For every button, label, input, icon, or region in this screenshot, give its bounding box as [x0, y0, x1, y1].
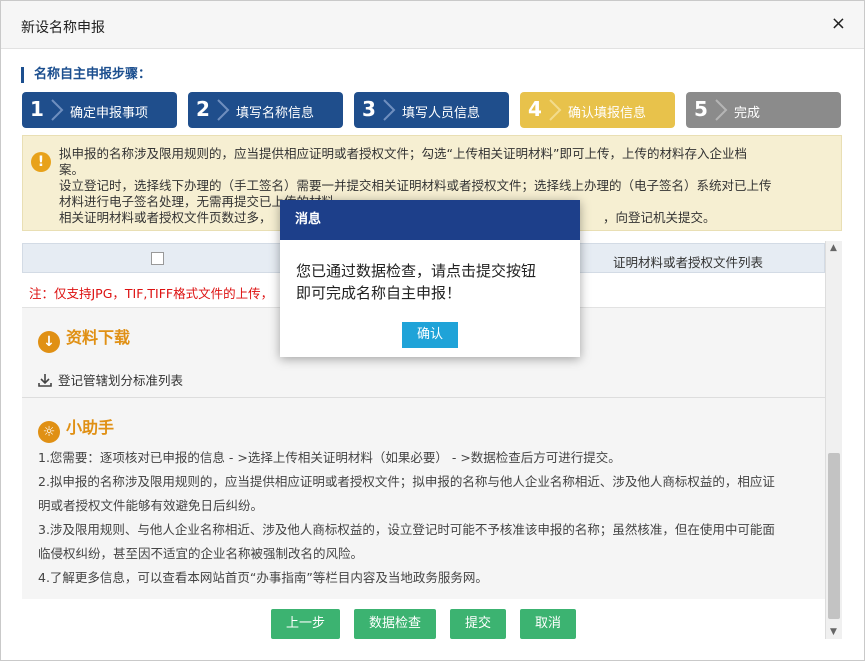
- helper-line: 1.您需要：逐项核对已申报的信息 - >选择上传相关证明材料（如果必要） - >…: [38, 450, 621, 465]
- step-arrow-icon: [715, 99, 728, 121]
- confirm-button[interactable]: 确认: [402, 322, 458, 348]
- download-icon: [38, 374, 52, 387]
- helper-title-text: 小助手: [66, 418, 115, 437]
- helper-title: ☼ 小助手: [38, 414, 114, 443]
- download-arrow-icon: ↓: [38, 331, 60, 353]
- notice-line: 案。: [59, 162, 85, 177]
- notice-line: 设立登记时，选择线下办理的（手工签名）需要一并提交相关证明材料或者授权文件；选择…: [59, 178, 772, 193]
- scrollbar-thumb[interactable]: [828, 453, 840, 619]
- step-number: 1: [30, 97, 44, 121]
- step-arrow-icon: [51, 99, 64, 121]
- scroll-down-icon[interactable]: ▼: [830, 627, 837, 637]
- close-icon[interactable]: ×: [831, 13, 846, 35]
- step-label: 填写名称信息: [236, 106, 315, 121]
- step-4: 4 确认填报信息: [520, 92, 675, 128]
- lightbulb-icon: ☼: [38, 421, 60, 443]
- step-1: 1 确定申报事项: [22, 92, 177, 128]
- dialog-message-line: 即可完成名称自主申报！: [296, 284, 462, 302]
- notice-line: 拟申报的名称涉及限用规则的，应当提供相应证明或者授权文件；勾选“上传相关证明材料…: [59, 146, 747, 161]
- helper-line: 3.涉及限用规则、与他人企业名称相近、涉及他人商标权益的，设立登记时可能不予核准…: [38, 522, 775, 537]
- window-header: 新设名称申报 ×: [1, 1, 864, 49]
- download-link[interactable]: 登记管辖划分标准列表: [38, 370, 183, 389]
- step-3: 3 填写人员信息: [354, 92, 509, 128]
- dialog-title: 消息: [280, 200, 580, 240]
- submit-button[interactable]: 提交: [450, 609, 506, 639]
- helper-line: 4.了解更多信息，可以查看本网站首页“办事指南”等栏目内容及当地政务服务网。: [38, 570, 488, 585]
- helper-line: 2.拟申报的名称涉及限用规则的，应当提供相应证明或者授权文件；拟申报的名称与他人…: [38, 474, 775, 489]
- upload-note: 注：仅支持JPG，TIF,TIFF格式文件的上传，: [29, 286, 274, 301]
- select-all-checkbox[interactable]: [151, 252, 164, 265]
- notice-line: ，向登记机关提交。: [603, 210, 716, 225]
- window-title: 新设名称申报: [21, 20, 105, 36]
- vertical-scrollbar[interactable]: ▲ ▼: [825, 241, 842, 639]
- step-arrow-icon: [217, 99, 230, 121]
- step-number: 5: [694, 97, 708, 121]
- step-label: 填写人员信息: [402, 106, 481, 121]
- column-header-materials: 证明材料或者授权文件列表: [613, 255, 764, 270]
- step-arrow-icon: [383, 99, 396, 121]
- step-label: 确认填报信息: [568, 106, 647, 121]
- step-number: 3: [362, 97, 376, 121]
- step-number: 2: [196, 97, 210, 121]
- notice-line: 相关证明材料或者授权文件页数过多，: [59, 210, 272, 225]
- step-2: 2 填写名称信息: [188, 92, 343, 128]
- cancel-button[interactable]: 取消: [520, 609, 576, 639]
- step-label: 确定申报事项: [70, 106, 149, 121]
- helper-section: ☼ 小助手 1.您需要：逐项核对已申报的信息 - >选择上传相关证明材料（如果必要…: [22, 397, 825, 599]
- dialog-message-line: 您已通过数据检查，请点击提交按钮: [296, 262, 537, 280]
- scroll-up-icon[interactable]: ▲: [830, 243, 837, 253]
- download-title-text: 资料下载: [66, 328, 131, 347]
- helper-line: 临侵权纠纷，甚至因不适宜的企业名称被强制改名的风险。: [38, 546, 364, 561]
- step-5: 5 完成: [686, 92, 841, 128]
- dialog-message: 您已通过数据检查，请点击提交按钮 即可完成名称自主申报！: [296, 260, 566, 304]
- prev-step-button[interactable]: 上一步: [271, 609, 340, 639]
- download-link-text[interactable]: 登记管辖划分标准列表: [58, 373, 183, 388]
- step-number: 4: [528, 97, 542, 121]
- helper-line: 明或者授权文件能够有效避免日后纠纷。: [38, 498, 264, 513]
- step-arrow-icon: [549, 99, 562, 121]
- download-title: ↓ 资料下载: [38, 324, 130, 353]
- step-label: 完成: [734, 106, 761, 121]
- data-check-button[interactable]: 数据检查: [354, 609, 436, 639]
- helper-text: 1.您需要：逐项核对已申报的信息 - >选择上传相关证明材料（如果必要） - >…: [38, 446, 808, 590]
- message-dialog: 消息 您已通过数据检查，请点击提交按钮 即可完成名称自主申报！ 确认: [280, 200, 580, 357]
- steps-heading: 名称自主申报步骤：: [21, 67, 151, 83]
- warning-icon: !: [31, 152, 51, 172]
